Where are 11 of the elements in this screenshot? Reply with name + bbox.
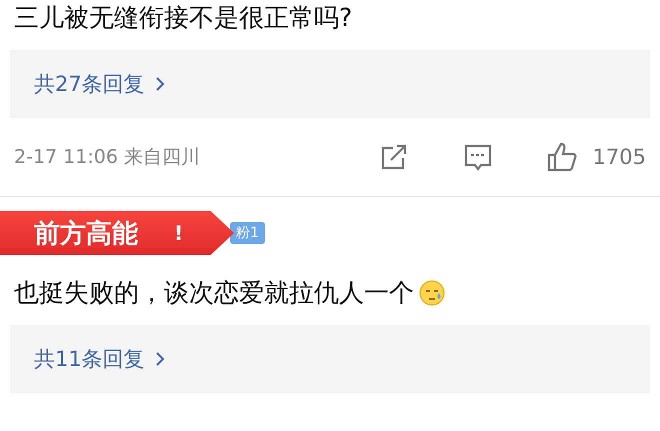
sticker-title: 前方高能 bbox=[34, 218, 138, 250]
chevron-icon bbox=[154, 351, 165, 367]
comment-text: 三儿被无缝衔接不是很正常吗? bbox=[13, 2, 354, 34]
chevron-icon bbox=[154, 76, 165, 92]
sticker-mark: ! bbox=[174, 221, 184, 245]
comment-text: 也挺失败的，谈次恋爱就拉仇人一个 bbox=[0, 275, 660, 311]
replies-link[interactable]: 共11条回复 bbox=[34, 345, 165, 373]
like-count: 1705 bbox=[592, 145, 646, 169]
comment-meta: 2-17 11:06 来自四川 bbox=[14, 145, 200, 170]
fan-badge: 粉1 bbox=[230, 222, 265, 244]
replies-link[interactable]: 共27条回复 bbox=[34, 70, 165, 98]
